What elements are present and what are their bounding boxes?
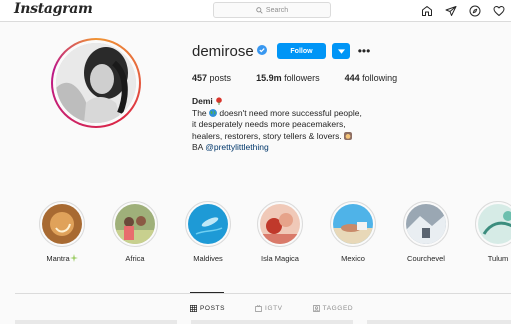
tab-posts[interactable]: POSTS — [190, 305, 225, 312]
igtv-icon — [255, 305, 263, 312]
tabs-divider — [15, 293, 511, 294]
mantra-highlight-thumbnail — [42, 204, 82, 244]
courchevel-highlight-thumbnail — [406, 204, 446, 244]
tagged-icon — [312, 305, 320, 312]
activity-button[interactable] — [487, 0, 511, 22]
profile-bio: Demi The doesn't need more successful pe… — [192, 96, 422, 154]
tab-label: IGTV — [265, 305, 283, 312]
followers-stat[interactable]: 15.9m followers — [256, 73, 320, 83]
highlight-tulum[interactable]: Tulum — [468, 201, 511, 263]
bio-line-1: The doesn't need more successful people, — [192, 107, 362, 118]
sparkle-emoji-icon — [69, 254, 78, 262]
direct-button[interactable] — [439, 0, 463, 22]
bio-name: Demi — [192, 96, 422, 108]
active-tab-indicator — [190, 292, 224, 293]
highlight-mantra[interactable]: Mantra — [32, 201, 92, 263]
maldives-highlight-thumbnail — [188, 204, 228, 244]
highlight-isla-magica[interactable]: Isla Magica — [250, 201, 310, 263]
search-placeholder: Search — [265, 6, 289, 14]
isla-magica-highlight-thumbnail — [260, 204, 300, 244]
followers-count: 15.9m — [256, 73, 282, 83]
heart-icon — [493, 6, 505, 16]
tulum-highlight-thumbnail — [478, 204, 511, 244]
tab-igtv[interactable]: IGTV — [255, 305, 283, 312]
explore-button[interactable] — [463, 0, 487, 22]
posts-label: posts — [209, 73, 232, 83]
search-input[interactable]: Search — [213, 2, 331, 18]
highlight-label: Maldives — [193, 254, 223, 263]
story-highlights: Mantra Africa Maldives Isla Magica Mexic… — [0, 201, 511, 271]
globe-emoji-icon — [209, 108, 218, 117]
bio-line-4: BA @prettylittlething — [192, 142, 269, 152]
explore-icon — [469, 5, 481, 17]
follow-button[interactable]: Follow — [277, 43, 326, 59]
rose-emoji-icon — [216, 97, 222, 105]
tab-label: TAGGED — [322, 305, 354, 312]
post-thumbnail[interactable] — [367, 320, 511, 324]
highlight-africa[interactable]: Africa — [105, 201, 165, 263]
profile-username: demirose — [192, 43, 254, 60]
following-label: following — [362, 73, 398, 83]
highlight-label: Courchevel — [407, 254, 445, 263]
verified-badge-icon — [257, 45, 267, 55]
suggested-accounts-dropdown-button[interactable] — [332, 43, 350, 59]
grid-icon — [190, 305, 197, 312]
highlight-label: Mantra — [32, 254, 92, 263]
profile-stats: 457 posts 15.9m followers 444 following — [192, 73, 422, 83]
posts-stat: 457 posts — [192, 73, 231, 83]
post-thumbnail[interactable] — [15, 320, 177, 324]
profile-tabs: POSTS IGTV TAGGED — [190, 305, 353, 312]
tab-tagged[interactable]: TAGGED — [312, 305, 354, 312]
highlight-label: Isla Magica — [261, 254, 299, 263]
face-emoji-icon — [344, 131, 353, 140]
following-stat[interactable]: 444 following — [345, 73, 398, 83]
instagram-logo[interactable]: Instagram — [14, 1, 93, 17]
mexico-highlight-thumbnail — [333, 204, 373, 244]
home-button[interactable] — [415, 0, 439, 22]
following-count: 444 — [344, 73, 360, 83]
home-icon — [422, 6, 432, 16]
bio-line-3: healers, restorers, story tellers & love… — [192, 131, 422, 143]
bio-mention-link[interactable]: @prettylittlething — [205, 142, 268, 152]
top-nav-bar: Instagram Search — [0, 0, 511, 22]
highlight-label: Africa — [125, 254, 145, 263]
direct-message-icon — [445, 6, 457, 16]
avatar-image — [56, 43, 136, 123]
highlight-maldives[interactable]: Maldives — [178, 201, 238, 263]
chevron-down-icon — [337, 48, 345, 54]
highlight-mexico[interactable]: Mexico — [323, 201, 383, 263]
posts-count: 457 — [192, 73, 208, 83]
profile-avatar[interactable] — [51, 38, 141, 128]
highlight-label: Tulum — [487, 254, 509, 263]
search-icon — [256, 6, 263, 14]
post-thumbnail[interactable] — [191, 320, 353, 324]
tab-label: POSTS — [200, 305, 226, 312]
highlight-courchevel[interactable]: Courchevel — [396, 201, 456, 263]
africa-highlight-thumbnail — [115, 204, 155, 244]
more-options-button[interactable]: ••• — [356, 45, 372, 57]
highlight-label: Mexico — [341, 254, 365, 263]
bio-line-2: it desperately needs more peacemakers, — [192, 119, 346, 129]
followers-label: followers — [284, 73, 320, 83]
